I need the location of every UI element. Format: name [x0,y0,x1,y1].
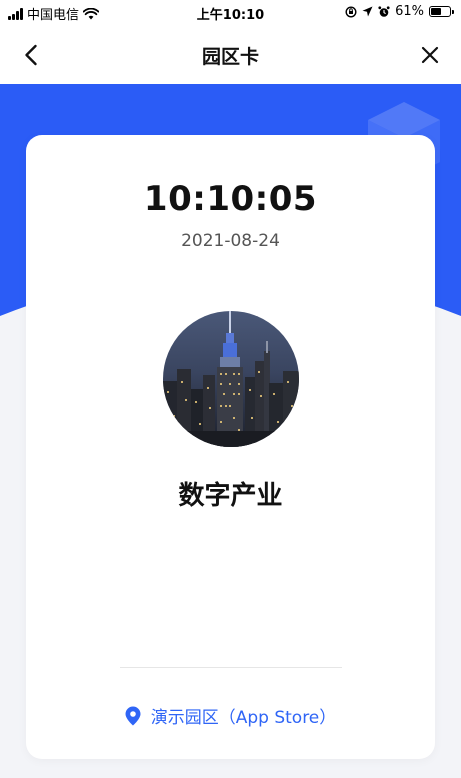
close-icon [421,46,439,64]
park-location-link[interactable]: 演示园区（App Store） [26,703,435,728]
battery-icon [429,6,454,17]
nav-bar: 园区卡 [0,26,461,84]
battery-percent: 61% [395,4,424,19]
status-right: 61% [345,4,454,19]
lock-rotation-icon [345,5,357,18]
status-bar: 中国电信 上午10:10 61% [0,0,461,26]
close-button[interactable] [415,40,445,70]
organization-name: 数字产业 [178,481,283,511]
alarm-icon [378,5,390,17]
park-card: 10:10:05 2021-08-24 数字产业 演示园区（App Store） [26,135,435,759]
clock-date: 2021-08-24 [181,231,280,251]
page-title: 园区卡 [201,46,259,68]
clock-time: 10:10:05 [143,179,318,219]
location-label: 演示园区（App Store） [150,708,337,728]
map-pin-icon [125,706,141,725]
divider [120,667,342,668]
avatar [163,311,299,447]
location-arrow-icon [362,6,373,17]
city-skyline-photo [163,311,299,447]
battery-fill [431,8,441,15]
